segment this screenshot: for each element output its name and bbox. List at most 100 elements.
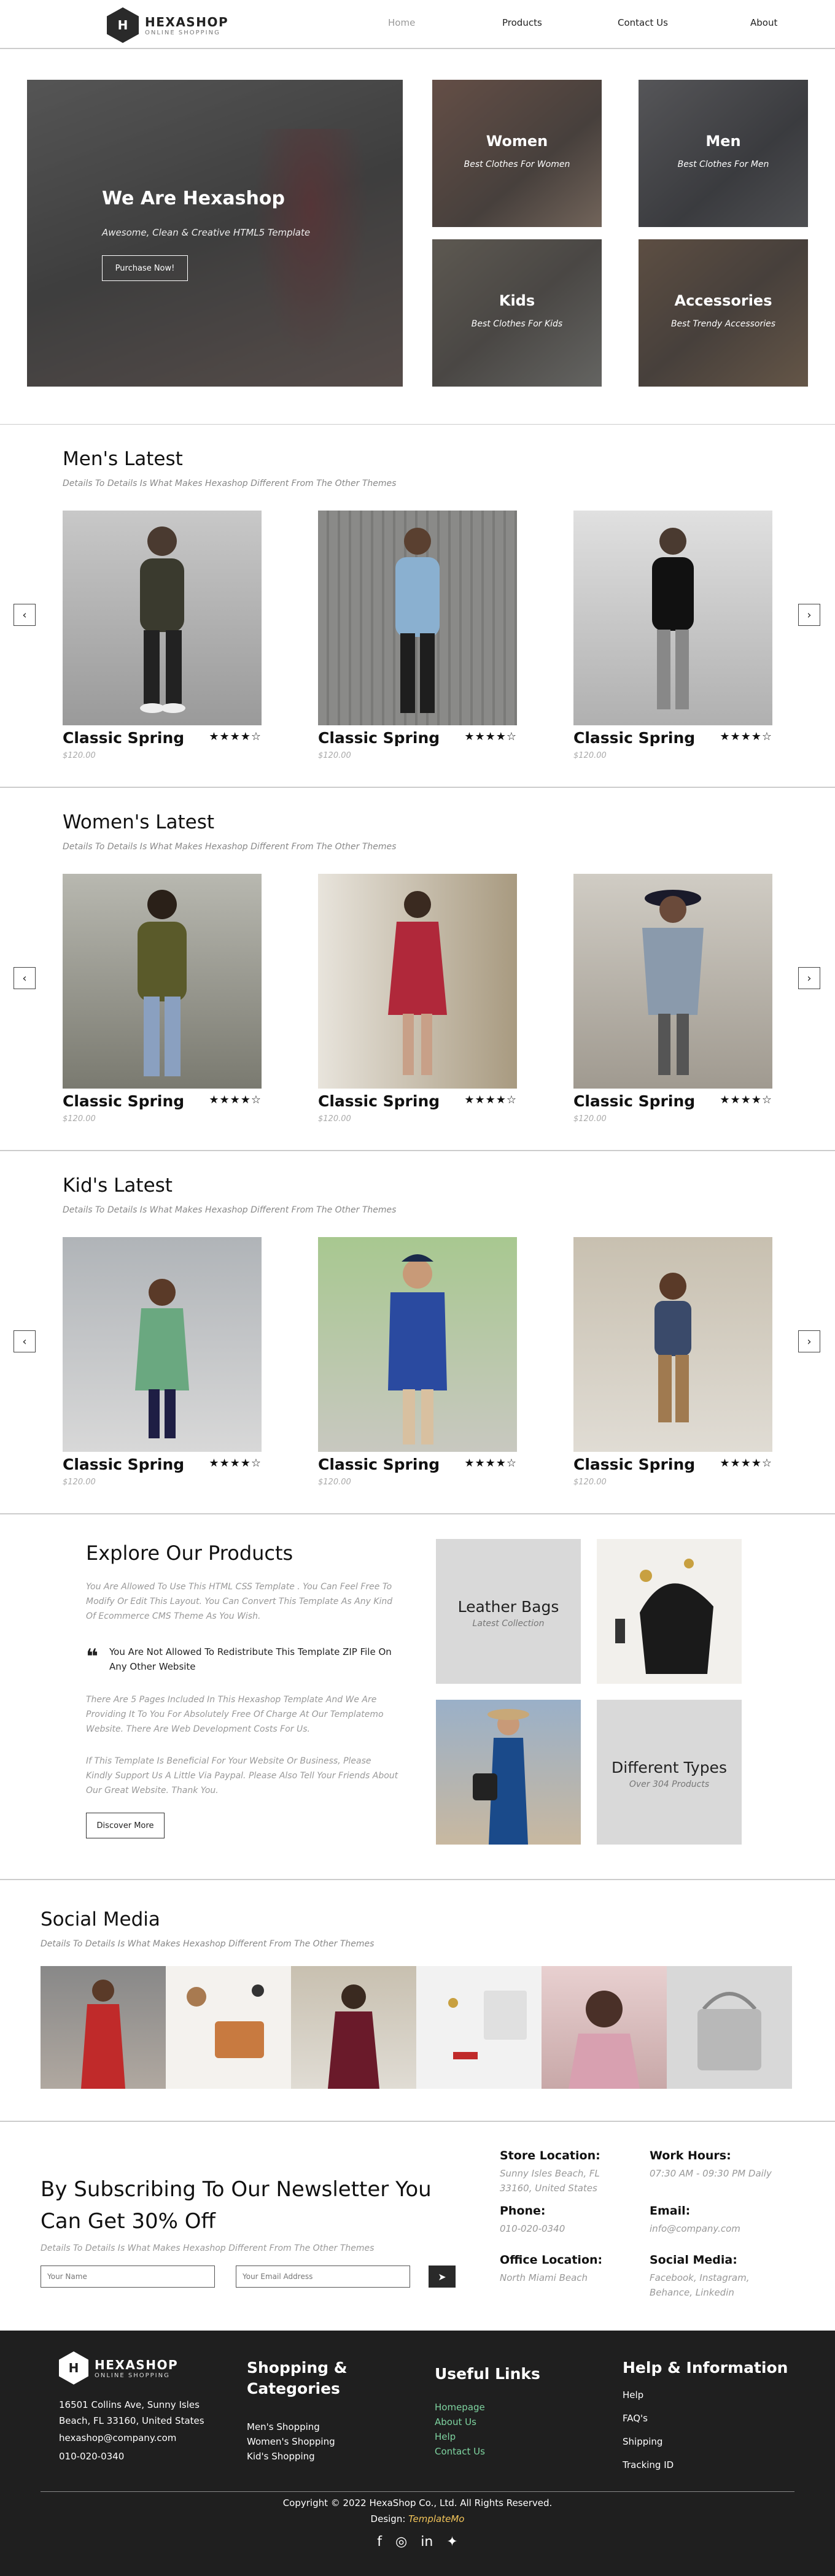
next-arrow-button[interactable]: ›: [798, 1330, 820, 1352]
product-image[interactable]: [63, 874, 262, 1089]
section-subtitle: Details To Details Is What Makes Hexasho…: [63, 1205, 397, 1215]
product-card[interactable]: Classic Spring ★★★★☆ $120.00: [573, 1237, 772, 1487]
category-tile-women[interactable]: Women Best Clothes For Women: [432, 80, 602, 227]
footer-link[interactable]: Homepage: [435, 2402, 485, 2413]
chevron-left-icon: ‹: [22, 1335, 27, 1348]
next-arrow-button[interactable]: ›: [798, 604, 820, 626]
product-card[interactable]: Classic Spring ★★★★☆ $120.00: [573, 511, 772, 760]
name-input[interactable]: [41, 2266, 215, 2288]
main-banner: We Are Hexashop Awesome, Clean & Creativ…: [27, 80, 403, 387]
nav-about[interactable]: About: [750, 17, 777, 28]
prev-arrow-button[interactable]: ‹: [14, 1330, 36, 1352]
section-subtitle: Details To Details Is What Makes Hexasho…: [63, 479, 397, 488]
category-tile-accessories[interactable]: Accessories Best Trendy Accessories: [639, 239, 808, 387]
email-input[interactable]: [236, 2266, 410, 2288]
product-image[interactable]: [573, 511, 772, 725]
social-media-value: Facebook, Instagram, Behance, Linkedin: [650, 2272, 750, 2298]
tile-title: Kids: [499, 292, 535, 309]
social-image-4[interactable]: [416, 1966, 542, 2089]
newsletter-section: By Subscribing To Our Newsletter You Can…: [0, 2122, 835, 2331]
tile-title: Leather Bags: [457, 1598, 559, 1616]
footer-link[interactable]: About Us: [435, 2416, 476, 2428]
footer-shopping-heading: Shopping & Categories: [247, 2359, 348, 2397]
footer-link[interactable]: Women's Shopping: [247, 2436, 335, 2447]
product-card[interactable]: Classic Spring ★★★★☆ $120.00: [318, 1237, 517, 1487]
section-subtitle: Details To Details Is What Makes Hexasho…: [41, 1939, 375, 1949]
product-image[interactable]: [63, 511, 262, 725]
discover-more-button[interactable]: Discover More: [86, 1813, 165, 1838]
footer-link[interactable]: Help: [623, 2389, 643, 2401]
rating-stars-icon: ★★★★☆: [464, 730, 517, 743]
logo-tagline: ONLINE SHOPPING: [95, 2372, 170, 2379]
footer-link[interactable]: FAQ's: [623, 2413, 648, 2424]
leather-bags-tile[interactable]: Leather Bags Latest Collection: [436, 1539, 581, 1684]
category-tile-kids[interactable]: Kids Best Clothes For Kids: [432, 239, 602, 387]
product-name: Classic Spring: [573, 729, 696, 747]
next-arrow-button[interactable]: ›: [798, 967, 820, 989]
footer-link[interactable]: Shipping: [623, 2436, 662, 2447]
footer-link[interactable]: Tracking ID: [623, 2459, 674, 2470]
explore-title: Explore Our Products: [86, 1541, 293, 1565]
footer-divider: [41, 2491, 794, 2492]
work-hours-value: 07:30 AM - 09:30 PM Daily: [650, 2168, 772, 2179]
product-name: Classic Spring: [63, 729, 185, 747]
tile-title: Accessories: [674, 292, 772, 309]
tile-title: Women: [486, 133, 548, 150]
nav-products[interactable]: Products: [502, 17, 542, 28]
different-types-tile[interactable]: Different Types Over 304 Products: [597, 1700, 742, 1845]
twitter-icon[interactable]: ✦: [446, 2534, 457, 2550]
footer-link[interactable]: Men's Shopping: [247, 2421, 320, 2432]
footer-link[interactable]: Help: [435, 2431, 456, 2442]
product-image[interactable]: [318, 874, 517, 1089]
purchase-button[interactable]: Purchase Now!: [102, 255, 188, 281]
product-image[interactable]: [318, 1237, 517, 1452]
social-image-5[interactable]: [542, 1966, 667, 2089]
footer-help-heading: Help & Information: [623, 2359, 788, 2377]
hero-section: We Are Hexashop Awesome, Clean & Creativ…: [0, 49, 835, 425]
logo-name: HEXASHOP: [95, 2357, 179, 2372]
product-card[interactable]: Classic Spring ★★★★☆ $120.00: [318, 511, 517, 760]
prev-arrow-button[interactable]: ‹: [14, 604, 36, 626]
footer-link[interactable]: Contact Us: [435, 2446, 485, 2457]
product-card[interactable]: Classic Spring ★★★★☆ $120.00: [573, 874, 772, 1124]
linkedin-icon[interactable]: in: [421, 2534, 433, 2550]
design-brand-link[interactable]: TemplateMo: [408, 2513, 464, 2524]
product-image[interactable]: [573, 1237, 772, 1452]
section-title: Kid's Latest: [63, 1174, 173, 1197]
product-image[interactable]: [573, 874, 772, 1089]
product-image[interactable]: [318, 511, 517, 725]
social-image-1[interactable]: [41, 1966, 166, 2089]
office-value: North Miami Beach: [500, 2272, 588, 2283]
prev-arrow-button[interactable]: ‹: [14, 967, 36, 989]
footer-link[interactable]: Kid's Shopping: [247, 2451, 315, 2462]
product-name: Classic Spring: [63, 1456, 185, 1473]
footer-logo[interactable]: H HEXASHOP ONLINE SHOPPING: [59, 2351, 178, 2385]
social-image-6[interactable]: [667, 1966, 792, 2089]
product-name: Classic Spring: [573, 1456, 696, 1473]
social-image-2[interactable]: [166, 1966, 291, 2089]
quote-icon: ❝: [86, 1645, 98, 1669]
category-tile-men[interactable]: Men Best Clothes For Men: [639, 80, 808, 227]
rating-stars-icon: ★★★★☆: [464, 1457, 517, 1470]
product-price: $120.00: [63, 751, 96, 760]
footer-useful-heading: Useful Links: [435, 2365, 540, 2383]
facebook-icon[interactable]: f: [377, 2534, 382, 2550]
subscribe-button[interactable]: ➤: [429, 2266, 456, 2288]
product-card[interactable]: Classic Spring ★★★★☆ $120.00: [63, 1237, 262, 1487]
email-value: info@company.com: [650, 2223, 740, 2234]
product-card[interactable]: Classic Spring ★★★★☆ $120.00: [63, 874, 262, 1124]
store-location-label: Store Location:: [500, 2149, 600, 2162]
section-title: Men's Latest: [63, 448, 183, 470]
newsletter-title: By Subscribing To Our Newsletter You Can…: [41, 2177, 432, 2234]
instagram-icon[interactable]: ◎: [395, 2534, 407, 2550]
phone-label: Phone:: [500, 2204, 546, 2218]
product-price: $120.00: [318, 1478, 351, 1487]
product-image[interactable]: [63, 1237, 262, 1452]
product-card[interactable]: Classic Spring ★★★★☆ $120.00: [63, 511, 262, 760]
social-image-3[interactable]: [291, 1966, 416, 2089]
nav-contact[interactable]: Contact Us: [618, 17, 668, 28]
footer-email[interactable]: hexashop@company.com: [59, 2432, 176, 2443]
tile-subtitle: Best Clothes For Women: [464, 160, 570, 169]
product-card[interactable]: Classic Spring ★★★★☆ $120.00: [318, 874, 517, 1124]
nav-home[interactable]: Home: [388, 17, 415, 28]
